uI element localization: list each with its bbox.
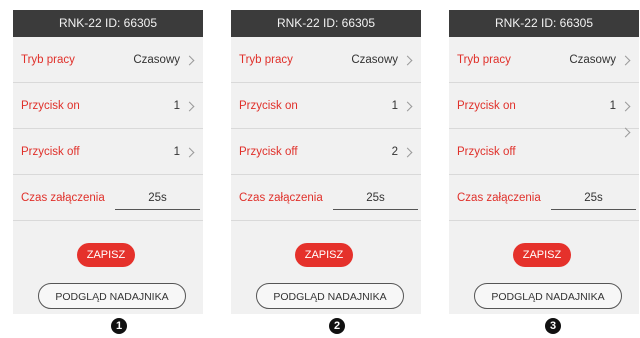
button-on-value-wrap: 1 <box>173 83 195 129</box>
chevron-right-icon <box>620 127 631 138</box>
button-on-label: Przycisk on <box>239 100 298 112</box>
save-button[interactable]: ZAPISZ <box>295 243 353 267</box>
device-title: RNK-22 ID: 66305 <box>231 10 421 37</box>
chevron-right-icon <box>620 101 631 111</box>
device-title: RNK-22 ID: 66305 <box>13 10 203 37</box>
top-caption <box>0 0 640 8</box>
button-off-value: 1 <box>173 146 180 158</box>
on-time-field[interactable]: 25s <box>115 187 200 210</box>
save-button[interactable]: ZAPISZ <box>513 243 571 267</box>
button-off-label: Przycisk off <box>21 146 80 158</box>
chevron-right-icon <box>620 55 631 65</box>
button-off-row[interactable]: Przycisk off 2 <box>231 129 421 175</box>
button-off-value-wrap: 2 <box>391 129 413 175</box>
button-on-value: 1 <box>609 100 616 112</box>
button-on-row[interactable]: Przycisk on 1 <box>13 83 203 129</box>
mode-value-wrap: Czasowy <box>351 37 413 83</box>
button-off-value-wrap <box>616 127 631 138</box>
device-title: RNK-22 ID: 66305 <box>449 10 639 37</box>
chevron-right-icon <box>402 101 413 111</box>
button-on-row[interactable]: Przycisk on 1 <box>231 83 421 129</box>
phone-screen-2: RNK-22 ID: 66305 Tryb pracy Czasowy Przy… <box>231 10 421 314</box>
button-on-value-wrap: 1 <box>609 83 631 129</box>
step-number-2: 2 <box>329 318 345 334</box>
mode-label: Tryb pracy <box>457 54 511 66</box>
on-time-label: Czas załączenia <box>239 192 323 204</box>
on-time-label: Czas załączenia <box>21 192 105 204</box>
chevron-right-icon <box>184 101 195 111</box>
button-off-value: 2 <box>391 146 398 158</box>
on-time-label: Czas załączenia <box>457 192 541 204</box>
mode-row[interactable]: Tryb pracy Czasowy <box>13 37 203 83</box>
button-on-label: Przycisk on <box>457 100 516 112</box>
button-off-label: Przycisk off <box>239 146 298 158</box>
mode-value-wrap: Czasowy <box>133 37 195 83</box>
phone-screen-3: RNK-22 ID: 66305 Tryb pracy Czasowy Przy… <box>449 10 639 314</box>
chevron-right-icon <box>402 147 413 157</box>
on-time-field[interactable]: 25s <box>551 187 636 210</box>
transmitter-preview-button[interactable]: PODGLĄD NADAJNIKA <box>474 283 622 309</box>
on-time-field[interactable]: 25s <box>333 187 418 210</box>
button-on-value: 1 <box>391 100 398 112</box>
mode-value-wrap: Czasowy <box>569 37 631 83</box>
button-on-row[interactable]: Przycisk on 1 <box>449 83 639 129</box>
button-on-label: Przycisk on <box>21 100 80 112</box>
step-number-3: 3 <box>545 318 561 334</box>
button-on-value: 1 <box>173 100 180 112</box>
mode-row[interactable]: Tryb pracy Czasowy <box>231 37 421 83</box>
on-time-row: Czas załączenia 25s <box>449 175 639 221</box>
button-on-value-wrap: 1 <box>391 83 413 129</box>
chevron-right-icon <box>402 55 413 65</box>
mode-row[interactable]: Tryb pracy Czasowy <box>449 37 639 83</box>
button-off-value-wrap: 1 <box>173 129 195 175</box>
button-off-row[interactable]: Przycisk off 1 <box>13 129 203 175</box>
mode-label: Tryb pracy <box>239 54 293 66</box>
chevron-right-icon <box>184 55 195 65</box>
on-time-row: Czas załączenia 25s <box>13 175 203 221</box>
mode-value: Czasowy <box>133 54 180 66</box>
chevron-right-icon <box>184 147 195 157</box>
mode-label: Tryb pracy <box>21 54 75 66</box>
mode-value: Czasowy <box>351 54 398 66</box>
button-off-label: Przycisk off <box>457 146 516 158</box>
save-button[interactable]: ZAPISZ <box>77 243 135 267</box>
step-number-1: 1 <box>111 318 127 334</box>
mode-value: Czasowy <box>569 54 616 66</box>
on-time-row: Czas załączenia 25s <box>231 175 421 221</box>
transmitter-preview-button[interactable]: PODGLĄD NADAJNIKA <box>256 283 404 309</box>
phone-screen-1: RNK-22 ID: 66305 Tryb pracy Czasowy Przy… <box>13 10 203 314</box>
transmitter-preview-button[interactable]: PODGLĄD NADAJNIKA <box>38 283 186 309</box>
button-off-row[interactable]: Przycisk off <box>449 127 639 175</box>
